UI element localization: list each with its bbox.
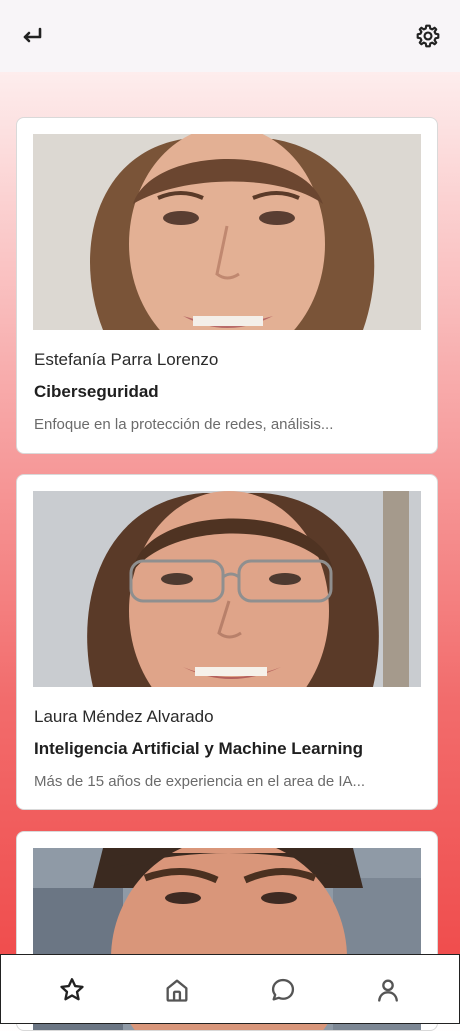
profile-photo xyxy=(33,491,421,687)
nav-home[interactable] xyxy=(160,973,194,1007)
nav-profile[interactable] xyxy=(371,973,405,1007)
top-app-bar xyxy=(0,0,460,72)
profile-card[interactable]: Estefanía Parra Lorenzo Ciberseguridad E… xyxy=(16,117,438,454)
nav-favorites[interactable] xyxy=(55,973,89,1007)
expert-description: Más de 15 años de experiencia en el area… xyxy=(34,773,366,790)
settings-button[interactable] xyxy=(412,20,444,52)
expert-topic: Inteligencia Artificial y Machine Learni… xyxy=(34,739,364,758)
expert-topic: Ciberseguridad xyxy=(34,382,159,401)
expert-name: Laura Méndez Alvarado xyxy=(34,707,214,726)
user-icon xyxy=(378,979,398,1002)
star-icon xyxy=(60,978,84,1001)
expert-description: Enfoque en la protección de redes, análi… xyxy=(34,416,334,433)
arrow-back-icon xyxy=(23,27,42,43)
gear-icon xyxy=(416,24,440,48)
profile-photo xyxy=(33,134,421,330)
back-button[interactable] xyxy=(16,20,48,52)
portrait-image xyxy=(33,134,421,330)
chat-bubble-icon xyxy=(271,978,295,1001)
profile-card[interactable]: Laura Méndez Alvarado Inteligencia Artif… xyxy=(16,474,438,810)
portrait-image xyxy=(33,491,421,687)
nav-messages[interactable] xyxy=(266,973,300,1007)
bottom-navigation-bar xyxy=(0,954,460,1024)
home-icon xyxy=(166,979,188,1002)
expert-name: Estefanía Parra Lorenzo xyxy=(34,350,219,369)
